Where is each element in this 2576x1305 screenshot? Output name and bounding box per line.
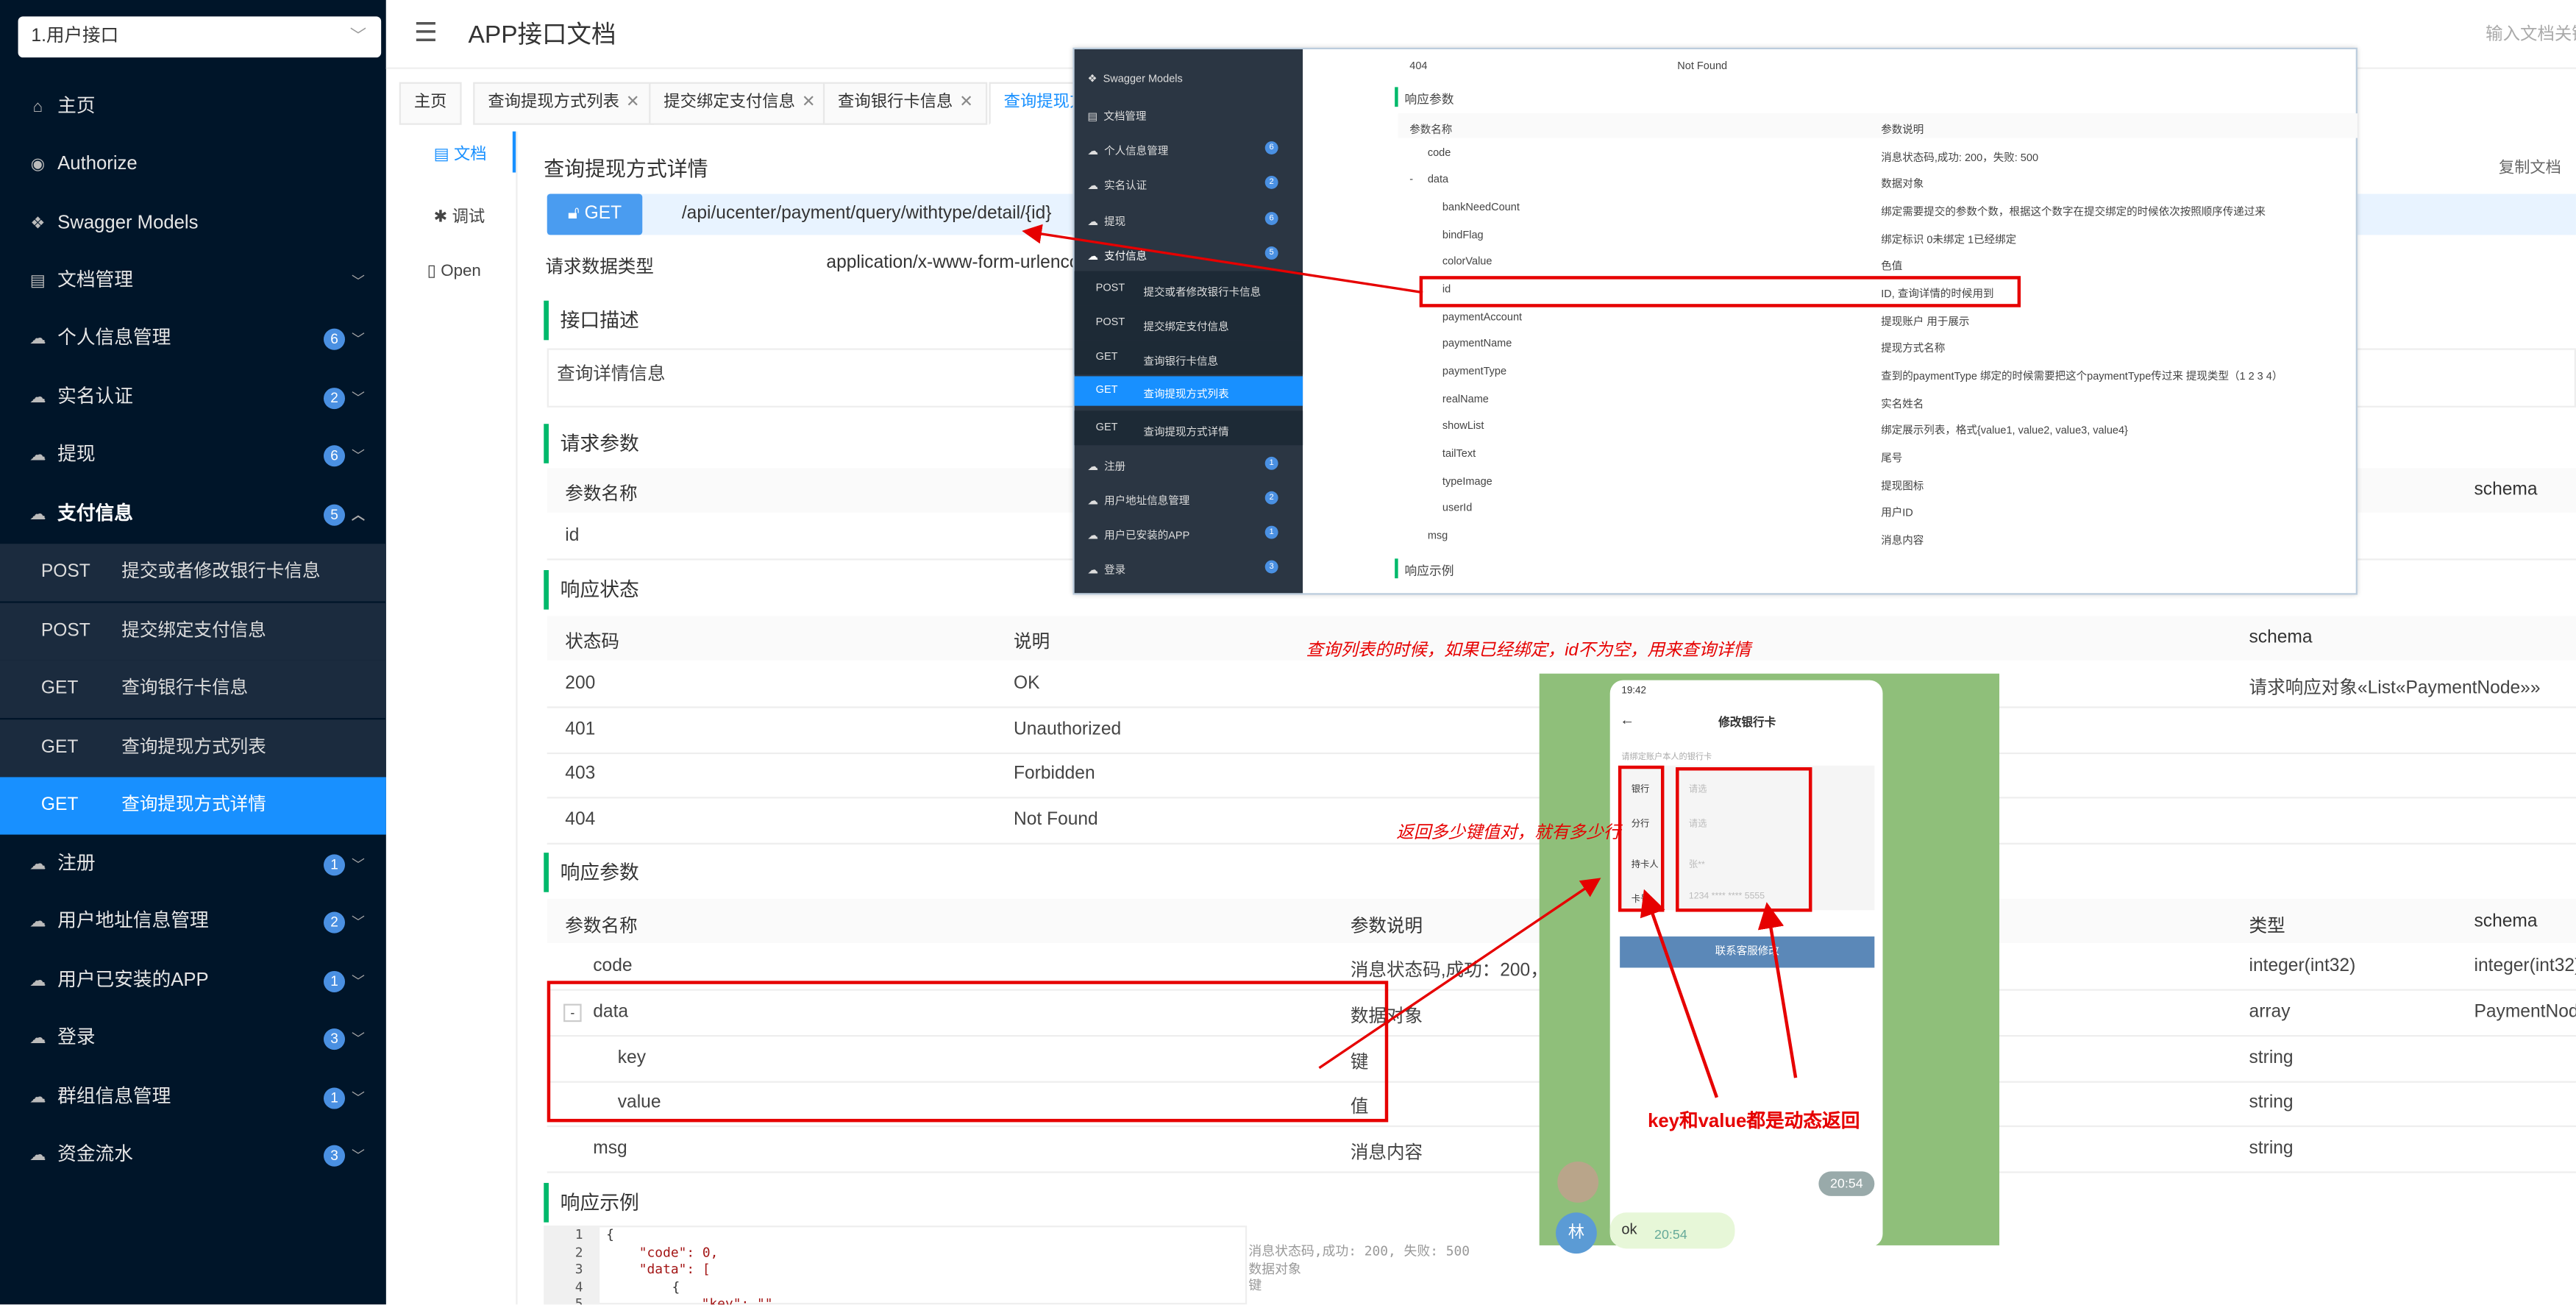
- arrow: [1757, 902, 1798, 1078]
- arrow: [1318, 878, 1601, 1070]
- annotation-arrows: [1022, 224, 1798, 1098]
- arrow: [1022, 224, 1423, 294]
- arrow: [1640, 889, 1719, 1098]
